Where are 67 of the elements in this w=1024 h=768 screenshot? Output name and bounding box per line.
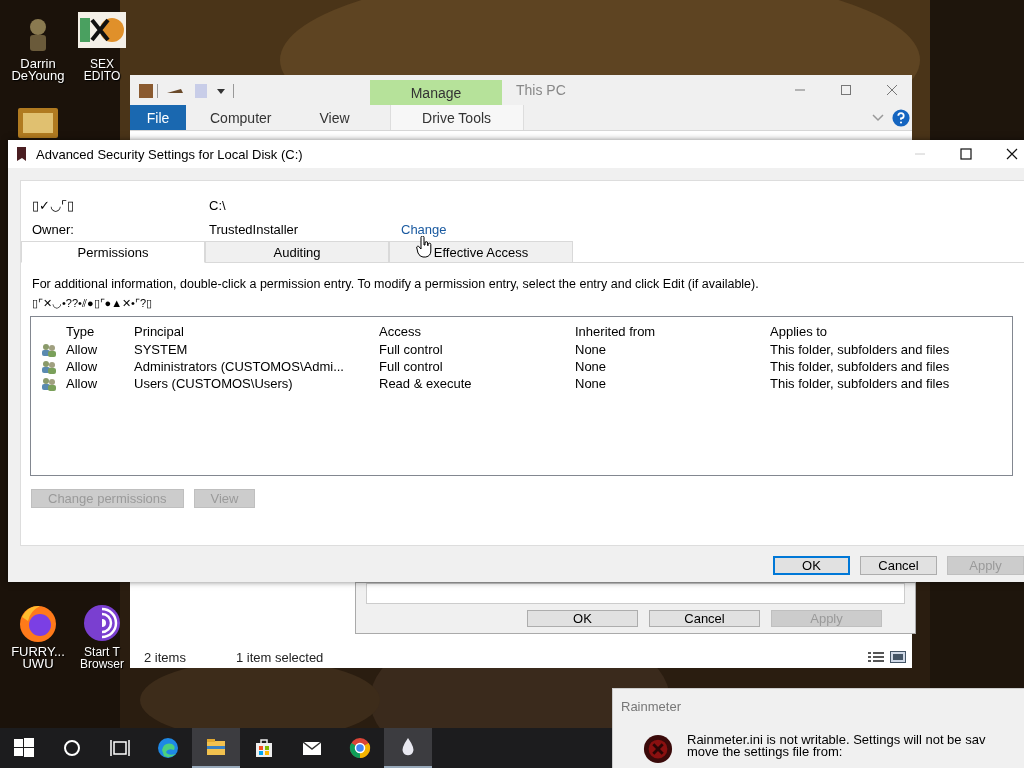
hand-cursor-icon (416, 236, 432, 258)
large-icons-view-icon[interactable] (890, 651, 906, 663)
field-label: ▯✓◡⌜▯ (32, 197, 75, 213)
table-cell-text: None (575, 376, 608, 391)
tab[interactable]: Effective Access (389, 241, 573, 263)
taskbar-button[interactable] (384, 728, 432, 768)
message-text: Rainmeter.ini is not writable. Settings will not be sav (687, 734, 986, 746)
table-cell-text: Allow (66, 359, 99, 374)
message-text: move the settings file from: (687, 746, 844, 758)
info-text: For additional information, double-click a permission entry. To modify a permission entry, select the entry and click Edit (if available). (32, 277, 760, 291)
taskbar-button[interactable] (192, 728, 240, 768)
table-cell-text: Allow (66, 376, 99, 391)
field-value: C:\ (209, 197, 227, 213)
tab[interactable]: Permissions (21, 241, 205, 263)
users-icon (40, 359, 57, 374)
framed-picture-icon[interactable] (18, 108, 58, 138)
window-title: Rainmeter (621, 699, 682, 714)
table-cell-text: Allow (66, 342, 99, 357)
status-text: 2 items (144, 649, 186, 665)
tab[interactable]: Auditing (205, 241, 389, 263)
column-header[interactable]: Type (66, 323, 134, 339)
table-cell-text: Read & execute (379, 376, 473, 391)
table-cell-text: Users (CUSTOMOS\Users) (134, 376, 294, 391)
icon-label[interactable]: Start T Browser (76, 646, 128, 670)
maximize-icon[interactable] (960, 148, 972, 160)
details-view-icon[interactable] (868, 651, 884, 663)
field-value: TrustedInstaller (209, 221, 300, 237)
field-label: Owner: (32, 221, 75, 237)
error-icon (643, 734, 673, 764)
ribbon-tab[interactable]: Computer (186, 105, 296, 130)
garbled-text: ▯⌜✕◡•??•⫽●▯⌜●▲✕•⌜?▯ (32, 297, 154, 310)
close-icon[interactable] (1006, 148, 1018, 160)
context-tab-header: Manage (370, 80, 502, 105)
icon-label[interactable]: SEX EDITO (76, 58, 128, 82)
dialog-button[interactable]: Cancel (649, 610, 760, 627)
change-link[interactable]: Change (401, 221, 447, 237)
table-cell-text: Administrators (CUSTOMOS\Admi... (134, 359, 345, 374)
table-cell-text: This folder, subfolders and files (770, 376, 951, 391)
ribbon-tab[interactable]: View (295, 105, 374, 130)
quick-access-toolbar-icon[interactable] (137, 81, 237, 101)
file-menu-button[interactable]: File (130, 105, 186, 130)
edge-icon (156, 736, 180, 760)
table-cell-text: Full control (379, 359, 444, 374)
table-cell-text: None (575, 359, 608, 374)
column-header[interactable]: Principal (134, 323, 379, 339)
editor-logo-icon[interactable] (78, 12, 126, 48)
window-title: This PC (516, 82, 566, 98)
column-header[interactable]: Inherited from (575, 323, 770, 339)
table-cell-text: This folder, subfolders and files (770, 342, 951, 357)
column-header[interactable]: Applies to (770, 323, 1010, 339)
help-icon[interactable] (892, 108, 910, 127)
users-icon (40, 376, 57, 391)
chrome-icon (348, 736, 372, 760)
windows-logo-icon (12, 736, 36, 760)
dialog-button[interactable]: Cancel (860, 556, 937, 575)
table-cell-text: This folder, subfolders and files (770, 359, 951, 374)
dialog-button[interactable]: OK (773, 556, 850, 575)
table-cell-text: None (575, 342, 608, 357)
icon-label[interactable]: FURRY... UWU (8, 646, 68, 670)
column-header[interactable]: Access (379, 323, 575, 339)
window-title: Advanced Security Settings for Local Disk (C:) (36, 146, 303, 162)
status-text: 1 item selected (235, 649, 324, 665)
table-cell-text: Full control (379, 342, 444, 357)
dialog-button[interactable]: OK (527, 610, 638, 627)
icon-label[interactable]: Darrin DeYoung (8, 58, 68, 82)
table-cell-text: SYSTEM (134, 342, 189, 357)
users-icon (40, 342, 57, 357)
